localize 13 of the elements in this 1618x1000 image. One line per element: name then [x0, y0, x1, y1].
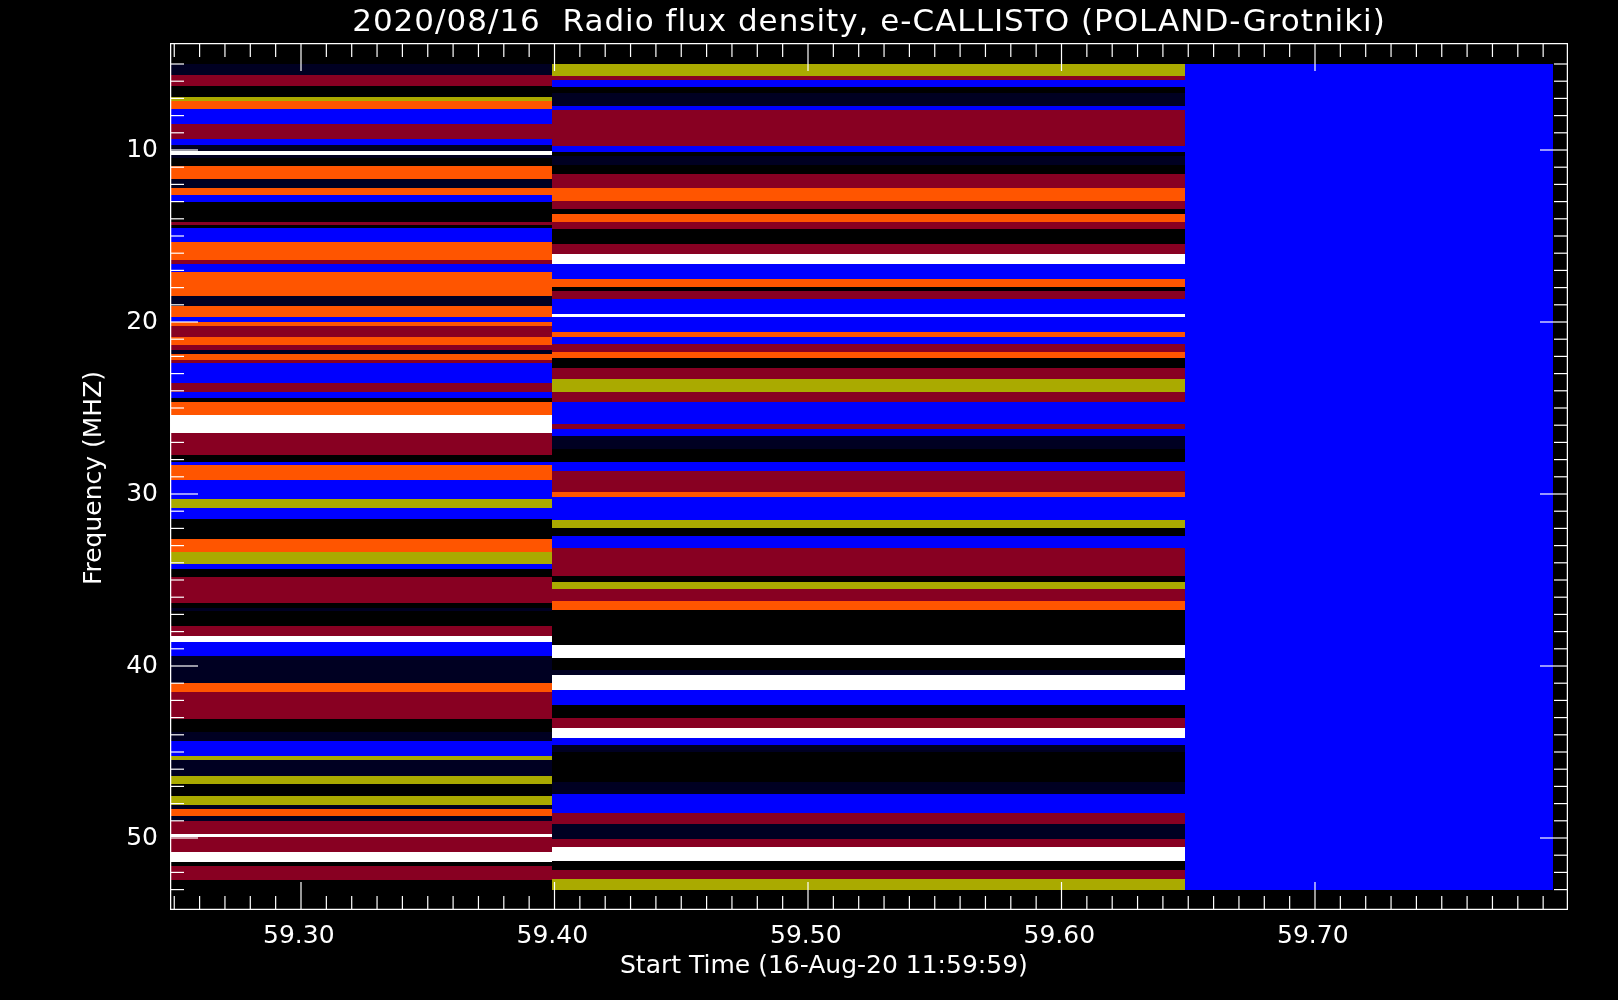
chart-title: 2020/08/16 Radio flux density, e-CALLISTO (POLAND-Grotniki): [351, 2, 1387, 38]
tick-label: 59.30: [263, 920, 335, 949]
tick-label: 10: [126, 134, 158, 163]
axis-title: Frequency (MHZ): [77, 370, 107, 586]
tick-label: 20: [126, 306, 158, 335]
tick-label: 30: [126, 478, 158, 507]
tick-label: 59.70: [1277, 920, 1349, 949]
tick-label: 40: [126, 650, 158, 679]
tick-label: 59.60: [1023, 920, 1096, 949]
axis-title: Start Time (16-Aug-20 11:59:59): [620, 950, 1028, 979]
tick-label: 59.50: [770, 920, 842, 949]
tick-label: 50: [126, 822, 158, 851]
tick-label: 59.40: [516, 920, 589, 949]
